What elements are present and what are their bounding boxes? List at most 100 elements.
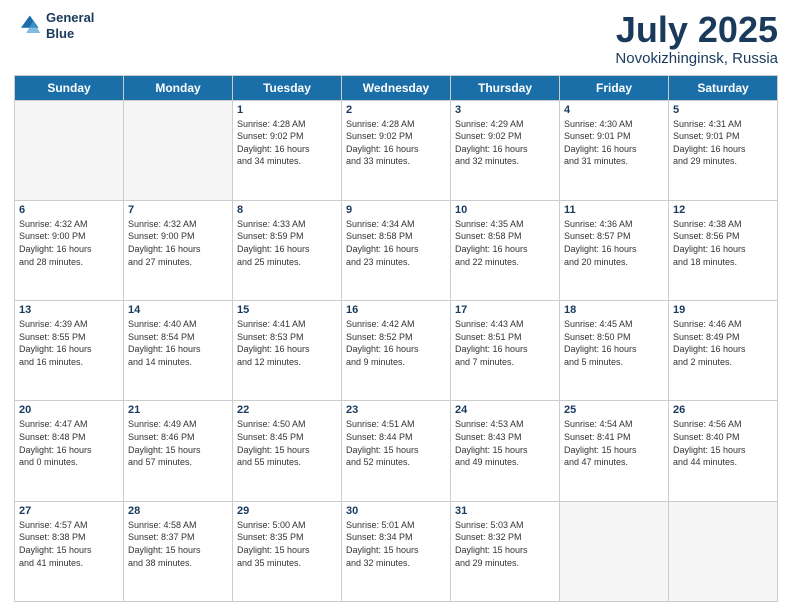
- day-cell: 15 Sunrise: 4:41 AM Sunset: 8:53 PM Dayli…: [233, 301, 342, 401]
- day-cell: 26 Sunrise: 4:56 AM Sunset: 8:40 PM Dayli…: [669, 401, 778, 501]
- day-cell: 1 Sunrise: 4:28 AM Sunset: 9:02 PM Daylig…: [233, 100, 342, 200]
- day-cell: [15, 100, 124, 200]
- day-cell: 18 Sunrise: 4:45 AM Sunset: 8:50 PM Dayli…: [560, 301, 669, 401]
- day-info: Sunrise: 4:39 AM Sunset: 8:55 PM Dayligh…: [19, 318, 119, 368]
- header-row: SundayMondayTuesdayWednesdayThursdayFrid…: [15, 75, 778, 100]
- day-cell: 4Sunrise: 4:30 AM Sunset: 9:01 PM Daylig…: [560, 100, 669, 200]
- day-number: 6: [19, 204, 119, 216]
- day-cell: 21Sunrise: 4:49 AM Sunset: 8:46 PM Dayli…: [124, 401, 233, 501]
- day-number: 25: [564, 404, 664, 416]
- week-row-3: 13 Sunrise: 4:39 AM Sunset: 8:55 PM Dayli…: [15, 301, 778, 401]
- week-row-2: 6 Sunrise: 4:32 AM Sunset: 9:00 PM Daylig…: [15, 200, 778, 300]
- day-info: Sunrise: 4:28 AM Sunset: 9:02 PM Dayligh…: [346, 118, 446, 168]
- day-info: Sunrise: 4:40 AM Sunset: 8:54 PM Dayligh…: [128, 318, 228, 368]
- day-info: Sunrise: 4:46 AM Sunset: 8:49 PM Dayligh…: [673, 318, 773, 368]
- day-info: Sunrise: 4:45 AM Sunset: 8:50 PM Dayligh…: [564, 318, 664, 368]
- logo: General Blue: [14, 10, 94, 41]
- day-info: Sunrise: 4:56 AM Sunset: 8:40 PM Dayligh…: [673, 418, 773, 468]
- day-info: Sunrise: 4:57 AM Sunset: 8:38 PM Dayligh…: [19, 519, 119, 569]
- day-cell: 29 Sunrise: 5:00 AM Sunset: 8:35 PM Dayli…: [233, 501, 342, 601]
- day-info: Sunrise: 4:41 AM Sunset: 8:53 PM Dayligh…: [237, 318, 337, 368]
- day-cell: 28Sunrise: 4:58 AM Sunset: 8:37 PM Dayli…: [124, 501, 233, 601]
- day-cell: 10 Sunrise: 4:35 AM Sunset: 8:58 PM Dayli…: [451, 200, 560, 300]
- header-day-saturday: Saturday: [669, 75, 778, 100]
- day-number: 3: [455, 104, 555, 116]
- day-number: 10: [455, 204, 555, 216]
- day-number: 19: [673, 304, 773, 316]
- day-cell: 14 Sunrise: 4:40 AM Sunset: 8:54 PM Dayli…: [124, 301, 233, 401]
- day-number: 11: [564, 204, 664, 216]
- day-cell: 16 Sunrise: 4:42 AM Sunset: 8:52 PM Dayli…: [342, 301, 451, 401]
- header-day-sunday: Sunday: [15, 75, 124, 100]
- day-number: 15: [237, 304, 337, 316]
- day-cell: 6 Sunrise: 4:32 AM Sunset: 9:00 PM Daylig…: [15, 200, 124, 300]
- header-day-friday: Friday: [560, 75, 669, 100]
- day-info: Sunrise: 4:28 AM Sunset: 9:02 PM Dayligh…: [237, 118, 337, 168]
- day-number: 27: [19, 505, 119, 517]
- day-cell: 7Sunrise: 4:32 AM Sunset: 9:00 PM Daylig…: [124, 200, 233, 300]
- day-cell: [560, 501, 669, 601]
- day-number: 28: [128, 505, 228, 517]
- day-cell: 19 Sunrise: 4:46 AM Sunset: 8:49 PM Dayli…: [669, 301, 778, 401]
- calendar-table: SundayMondayTuesdayWednesdayThursdayFrid…: [14, 75, 778, 602]
- day-cell: 2Sunrise: 4:28 AM Sunset: 9:02 PM Daylig…: [342, 100, 451, 200]
- day-number: 20: [19, 404, 119, 416]
- location: Novokizhinginsk, Russia: [615, 50, 778, 67]
- day-cell: 11 Sunrise: 4:36 AM Sunset: 8:57 PM Dayli…: [560, 200, 669, 300]
- day-cell: 27 Sunrise: 4:57 AM Sunset: 8:38 PM Dayli…: [15, 501, 124, 601]
- day-cell: 9 Sunrise: 4:34 AM Sunset: 8:58 PM Daylig…: [342, 200, 451, 300]
- day-number: 26: [673, 404, 773, 416]
- day-number: 31: [455, 505, 555, 517]
- day-info: Sunrise: 4:34 AM Sunset: 8:58 PM Dayligh…: [346, 218, 446, 268]
- day-info: Sunrise: 4:47 AM Sunset: 8:48 PM Dayligh…: [19, 418, 119, 468]
- day-info: Sunrise: 4:50 AM Sunset: 8:45 PM Dayligh…: [237, 418, 337, 468]
- day-cell: [669, 501, 778, 601]
- day-number: 22: [237, 404, 337, 416]
- day-cell: 30 Sunrise: 5:01 AM Sunset: 8:34 PM Dayli…: [342, 501, 451, 601]
- day-cell: [124, 100, 233, 200]
- day-number: 14: [128, 304, 228, 316]
- header-day-thursday: Thursday: [451, 75, 560, 100]
- day-number: 5: [673, 104, 773, 116]
- day-cell: 8Sunrise: 4:33 AM Sunset: 8:59 PM Daylig…: [233, 200, 342, 300]
- day-info: Sunrise: 4:42 AM Sunset: 8:52 PM Dayligh…: [346, 318, 446, 368]
- day-number: 1: [237, 104, 337, 116]
- day-info: Sunrise: 5:00 AM Sunset: 8:35 PM Dayligh…: [237, 519, 337, 569]
- day-info: Sunrise: 4:29 AM Sunset: 9:02 PM Dayligh…: [455, 118, 555, 168]
- day-number: 12: [673, 204, 773, 216]
- week-row-1: 1 Sunrise: 4:28 AM Sunset: 9:02 PM Daylig…: [15, 100, 778, 200]
- day-number: 29: [237, 505, 337, 517]
- day-info: Sunrise: 4:33 AM Sunset: 8:59 PM Dayligh…: [237, 218, 337, 268]
- header-day-wednesday: Wednesday: [342, 75, 451, 100]
- header: General Blue July 2025 Novokizhinginsk, …: [14, 10, 778, 67]
- day-cell: 22 Sunrise: 4:50 AM Sunset: 8:45 PM Dayli…: [233, 401, 342, 501]
- logo-icon: [14, 12, 42, 40]
- day-info: Sunrise: 4:31 AM Sunset: 9:01 PM Dayligh…: [673, 118, 773, 168]
- header-day-monday: Monday: [124, 75, 233, 100]
- day-cell: 23Sunrise: 4:51 AM Sunset: 8:44 PM Dayli…: [342, 401, 451, 501]
- day-number: 13: [19, 304, 119, 316]
- day-cell: 17Sunrise: 4:43 AM Sunset: 8:51 PM Dayli…: [451, 301, 560, 401]
- day-cell: 20 Sunrise: 4:47 AM Sunset: 8:48 PM Dayli…: [15, 401, 124, 501]
- page: General Blue July 2025 Novokizhinginsk, …: [0, 0, 792, 612]
- day-info: Sunrise: 5:01 AM Sunset: 8:34 PM Dayligh…: [346, 519, 446, 569]
- header-day-tuesday: Tuesday: [233, 75, 342, 100]
- week-row-4: 20 Sunrise: 4:47 AM Sunset: 8:48 PM Dayli…: [15, 401, 778, 501]
- day-info: Sunrise: 5:03 AM Sunset: 8:32 PM Dayligh…: [455, 519, 555, 569]
- day-info: Sunrise: 4:54 AM Sunset: 8:41 PM Dayligh…: [564, 418, 664, 468]
- day-number: 7: [128, 204, 228, 216]
- day-number: 16: [346, 304, 446, 316]
- day-cell: 12Sunrise: 4:38 AM Sunset: 8:56 PM Dayli…: [669, 200, 778, 300]
- day-number: 9: [346, 204, 446, 216]
- day-cell: 31 Sunrise: 5:03 AM Sunset: 8:32 PM Dayli…: [451, 501, 560, 601]
- day-number: 18: [564, 304, 664, 316]
- day-number: 30: [346, 505, 446, 517]
- day-info: Sunrise: 4:49 AM Sunset: 8:46 PM Dayligh…: [128, 418, 228, 468]
- day-cell: 13 Sunrise: 4:39 AM Sunset: 8:55 PM Dayli…: [15, 301, 124, 401]
- day-info: Sunrise: 4:35 AM Sunset: 8:58 PM Dayligh…: [455, 218, 555, 268]
- day-info: Sunrise: 4:32 AM Sunset: 9:00 PM Dayligh…: [19, 218, 119, 268]
- day-info: Sunrise: 4:36 AM Sunset: 8:57 PM Dayligh…: [564, 218, 664, 268]
- day-cell: 3 Sunrise: 4:29 AM Sunset: 9:02 PM Daylig…: [451, 100, 560, 200]
- week-row-5: 27 Sunrise: 4:57 AM Sunset: 8:38 PM Dayli…: [15, 501, 778, 601]
- day-number: 23: [346, 404, 446, 416]
